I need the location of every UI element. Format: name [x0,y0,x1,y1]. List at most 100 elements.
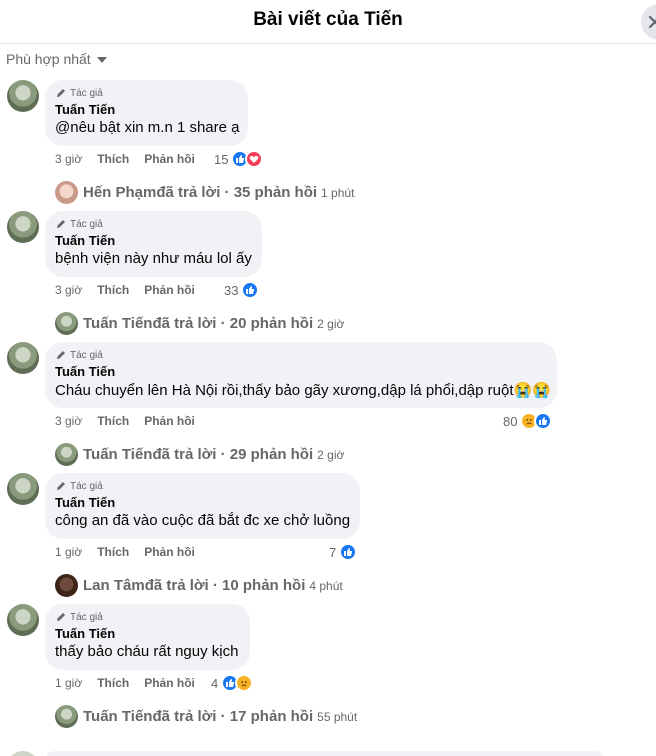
view-replies-link[interactable]: Hến Phạm đã trả lời · 35 phản hồi 1 phút [55,181,354,204]
reaction-count: 7 [329,544,337,560]
heart-icon [245,150,264,168]
comment-text: thấy bảo cháu rất nguy kịch [55,643,239,660]
reply-summary: đã trả lời · 29 phản hồi [152,446,314,463]
reply-time: 55 phút [317,709,358,724]
comment-item: Tác giả Tuấn Tiến bệnh viện này như máu … [0,211,656,343]
reactions-summary[interactable]: 80 [503,412,553,430]
comment-bubble: Tác giả Tuấn Tiến bệnh viện này như máu … [45,211,262,277]
avatar[interactable] [7,211,39,243]
avatar[interactable] [7,604,39,636]
view-replies-link[interactable]: Tuấn Tiến đã trả lời · 17 phản hồi 55 ph… [55,705,357,728]
reply-button[interactable]: Phản hồi [144,414,195,428]
comment-time[interactable]: 1 giờ [55,676,82,690]
comment-text: bệnh viện này như máu lol ấy [55,250,252,267]
reply-time: 2 giờ [317,316,345,331]
reply-button[interactable]: Phản hồi [144,676,195,690]
chevron-down-icon [96,56,107,63]
comment-item: Tác giả Tuấn Tiến @nêu bật xin m.n 1 sha… [0,80,656,212]
comment-item: Tác giả Tuấn Tiến công an đã vào cuộc đã… [0,473,656,605]
view-replies-link[interactable]: Tuấn Tiến đã trả lời · 20 phản hồi 2 giờ [55,312,344,335]
comment-item: Tác giả Tuấn Tiến thấy bảo cháu rất nguy… [0,604,656,736]
like-button[interactable]: Thích [97,676,129,690]
sort-label: Phù hợp nhất [6,51,91,67]
like-icon [534,412,553,430]
view-replies-link[interactable]: Lan Tâm đã trả lời · 10 phản hồi 4 phút [55,574,343,597]
reply-button[interactable]: Phản hồi [144,545,195,559]
dialog-header: Bài viết của Tiến [0,0,656,44]
like-button[interactable]: Thích [97,545,129,559]
reactions-summary[interactable]: 4 [211,674,254,692]
comment-bubble [45,751,605,756]
pencil-icon [57,220,65,228]
comment-actions: 1 giờ Thích Phản hồi [55,676,195,690]
comment-text: công an đã vào cuộc đã bắt đc xe chở luồ… [55,512,351,529]
avatar [55,574,78,597]
comment-actions: 3 giờ Thích Phản hồi [55,414,195,428]
reply-button[interactable]: Phản hồi [144,283,195,297]
like-icon [339,543,358,561]
author-badge: Tác giả [55,217,250,231]
reply-time: 2 giờ [317,447,345,462]
reply-summary: đã trả lời · 17 phản hồi [152,708,314,725]
reaction-count: 15 [214,151,229,167]
comment-bubble: Tác giả Tuấn Tiến thấy bảo cháu rất nguy… [45,604,250,670]
comment-time[interactable]: 1 giờ [55,545,82,559]
like-button[interactable]: Thích [97,283,129,297]
view-replies-link[interactable]: Tuấn Tiến đã trả lời · 29 phản hồi 2 giờ [55,443,344,466]
like-icon [241,281,260,299]
dialog-title: Bài viết của Tiến [253,9,403,30]
comment-author[interactable]: Tuấn Tiến [55,495,348,510]
comment-author[interactable]: Tuấn Tiến [55,102,236,117]
comment-author[interactable]: Tuấn Tiến [55,626,238,641]
author-badge: Tác giả [55,348,545,362]
avatar [55,705,78,728]
comment-time[interactable]: 3 giờ [55,283,82,297]
comment-bubble: Tác giả Tuấn Tiến Cháu chuyển lên Hà Nội… [45,342,557,408]
author-badge: Tác giả [55,610,238,624]
comment-author[interactable]: Tuấn Tiến [55,233,250,248]
reply-author: Hến Phạm [83,184,157,201]
comment-text: Cháu chuyển lên Hà Nội rồi,thấy bảo gãy … [55,382,551,399]
avatar[interactable] [7,80,39,112]
reply-author: Tuấn Tiến [83,315,153,332]
sad-icon [235,674,254,692]
comment-bubble: Tác giả Tuấn Tiến @nêu bật xin m.n 1 sha… [45,80,248,146]
reply-time: 4 phút [309,578,343,593]
comment-text: @nêu bật xin m.n 1 share ạ [55,119,240,136]
avatar[interactable] [7,473,39,505]
like-button[interactable]: Thích [97,152,129,166]
pencil-icon [57,89,65,97]
comment-author[interactable]: Tuấn Tiến [55,364,545,379]
reaction-count: 4 [211,675,219,691]
avatar [55,181,78,204]
sort-dropdown[interactable]: Phù hợp nhất [6,51,108,67]
next-comment-partial [0,744,656,756]
reply-summary: đã trả lời · 35 phản hồi [156,184,318,201]
reply-author: Lan Tâm [83,577,145,594]
reply-author: Tuấn Tiến [83,708,153,725]
avatar [7,751,39,756]
pencil-icon [57,613,65,621]
reply-button[interactable]: Phản hồi [144,152,195,166]
author-badge: Tác giả [55,86,236,100]
comment-time[interactable]: 3 giờ [55,414,82,428]
reactions-summary[interactable]: 15 [214,150,264,168]
author-badge: Tác giả [55,479,348,493]
comment-actions: 3 giờ Thích Phản hồi [55,152,195,166]
comment-actions: 3 giờ Thích Phản hồi [55,283,195,297]
comment-actions: 1 giờ Thích Phản hồi [55,545,195,559]
avatar [55,443,78,466]
reaction-count: 80 [503,413,518,429]
like-button[interactable]: Thích [97,414,129,428]
avatar[interactable] [7,342,39,374]
comment-time[interactable]: 3 giờ [55,152,82,166]
reactions-summary[interactable]: 33 [224,281,260,299]
reaction-count: 33 [224,282,239,298]
reply-time: 1 phút [321,185,355,200]
comment-bubble: Tác giả Tuấn Tiến công an đã vào cuộc đã… [45,473,360,539]
reply-summary: đã trả lời · 20 phản hồi [152,315,314,332]
close-icon [648,15,656,29]
reply-summary: đã trả lời · 10 phản hồi [144,577,306,594]
comment-item: Tác giả Tuấn Tiến Cháu chuyển lên Hà Nội… [0,342,656,474]
reactions-summary[interactable]: 7 [329,543,358,561]
